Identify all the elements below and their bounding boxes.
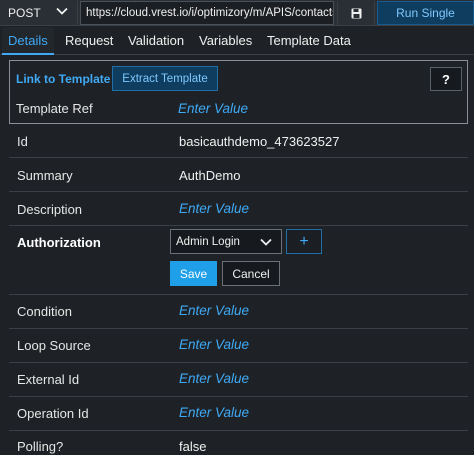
operation-id-row: Operation Id Enter Value: [9, 397, 468, 431]
authorization-row: Authorization Admin Login + Save Cancel: [9, 226, 468, 295]
cancel-button[interactable]: Cancel: [222, 261, 280, 286]
chevron-down-icon: [260, 238, 272, 246]
link-to-template-link[interactable]: Link to Template: [16, 72, 110, 86]
chevron-down-icon: [56, 7, 68, 15]
loop-source-row: Loop Source Enter Value: [9, 329, 468, 363]
tab-details[interactable]: Details: [2, 27, 54, 55]
loop-source-label: Loop Source: [17, 338, 91, 353]
id-value[interactable]: basicauthdemo_473623527: [179, 134, 339, 149]
condition-input[interactable]: Enter Value: [179, 303, 249, 318]
tab-variables[interactable]: Variables: [193, 27, 258, 55]
external-id-label: External Id: [17, 372, 80, 387]
authorization-select[interactable]: Admin Login: [170, 229, 282, 254]
help-button[interactable]: ?: [430, 67, 462, 91]
method-select[interactable]: POST: [2, 1, 78, 25]
method-value: POST: [8, 6, 41, 20]
summary-label: Summary: [17, 168, 73, 183]
description-row: Description Enter Value: [9, 192, 468, 226]
tab-validation[interactable]: Validation: [122, 27, 190, 55]
extract-template-button[interactable]: Extract Template: [112, 66, 218, 91]
loop-source-input[interactable]: Enter Value: [179, 337, 249, 352]
external-id-row: External Id Enter Value: [9, 363, 468, 397]
description-input[interactable]: Enter Value: [179, 201, 249, 216]
add-authorization-button[interactable]: +: [286, 229, 322, 254]
summary-value[interactable]: AuthDemo: [179, 168, 240, 183]
polling-row: Polling? false: [9, 431, 468, 455]
url-value: https://cloud.vrest.io/i/optimizory/m/AP…: [86, 7, 334, 19]
run-single-button[interactable]: Run Single: [377, 1, 474, 25]
operation-id-input[interactable]: Enter Value: [179, 405, 249, 420]
id-row: Id basicauthdemo_473623527: [9, 124, 468, 158]
id-label: Id: [17, 134, 28, 149]
template-ref-input[interactable]: Enter Value: [178, 101, 248, 116]
run-single-label: Run Single: [396, 6, 455, 20]
tab-bar: Details Request Validation Variables Tem…: [0, 27, 474, 55]
authorization-selected-value: Admin Login: [176, 235, 240, 248]
floppy-disk-icon: [351, 8, 361, 18]
tab-request[interactable]: Request: [59, 27, 119, 55]
summary-row: Summary AuthDemo: [9, 158, 468, 192]
polling-label: Polling?: [17, 439, 64, 454]
condition-label: Condition: [17, 304, 72, 319]
external-id-input[interactable]: Enter Value: [179, 371, 249, 386]
top-toolbar: POST https://cloud.vrest.io/i/optimizory…: [0, 0, 474, 26]
template-section: Link to Template Extract Template ? Temp…: [9, 60, 468, 124]
authorization-label: Authorization: [17, 235, 101, 250]
url-input[interactable]: https://cloud.vrest.io/i/optimizory/m/AP…: [80, 1, 334, 25]
template-ref-label: Template Ref: [16, 101, 93, 116]
save-button[interactable]: Save: [170, 261, 217, 286]
description-label: Description: [17, 202, 83, 217]
save-icon-button[interactable]: [337, 1, 375, 25]
polling-value[interactable]: false: [179, 439, 206, 454]
operation-id-label: Operation Id: [17, 406, 89, 421]
condition-row: Condition Enter Value: [9, 295, 468, 329]
tab-template-data[interactable]: Template Data: [261, 27, 357, 55]
